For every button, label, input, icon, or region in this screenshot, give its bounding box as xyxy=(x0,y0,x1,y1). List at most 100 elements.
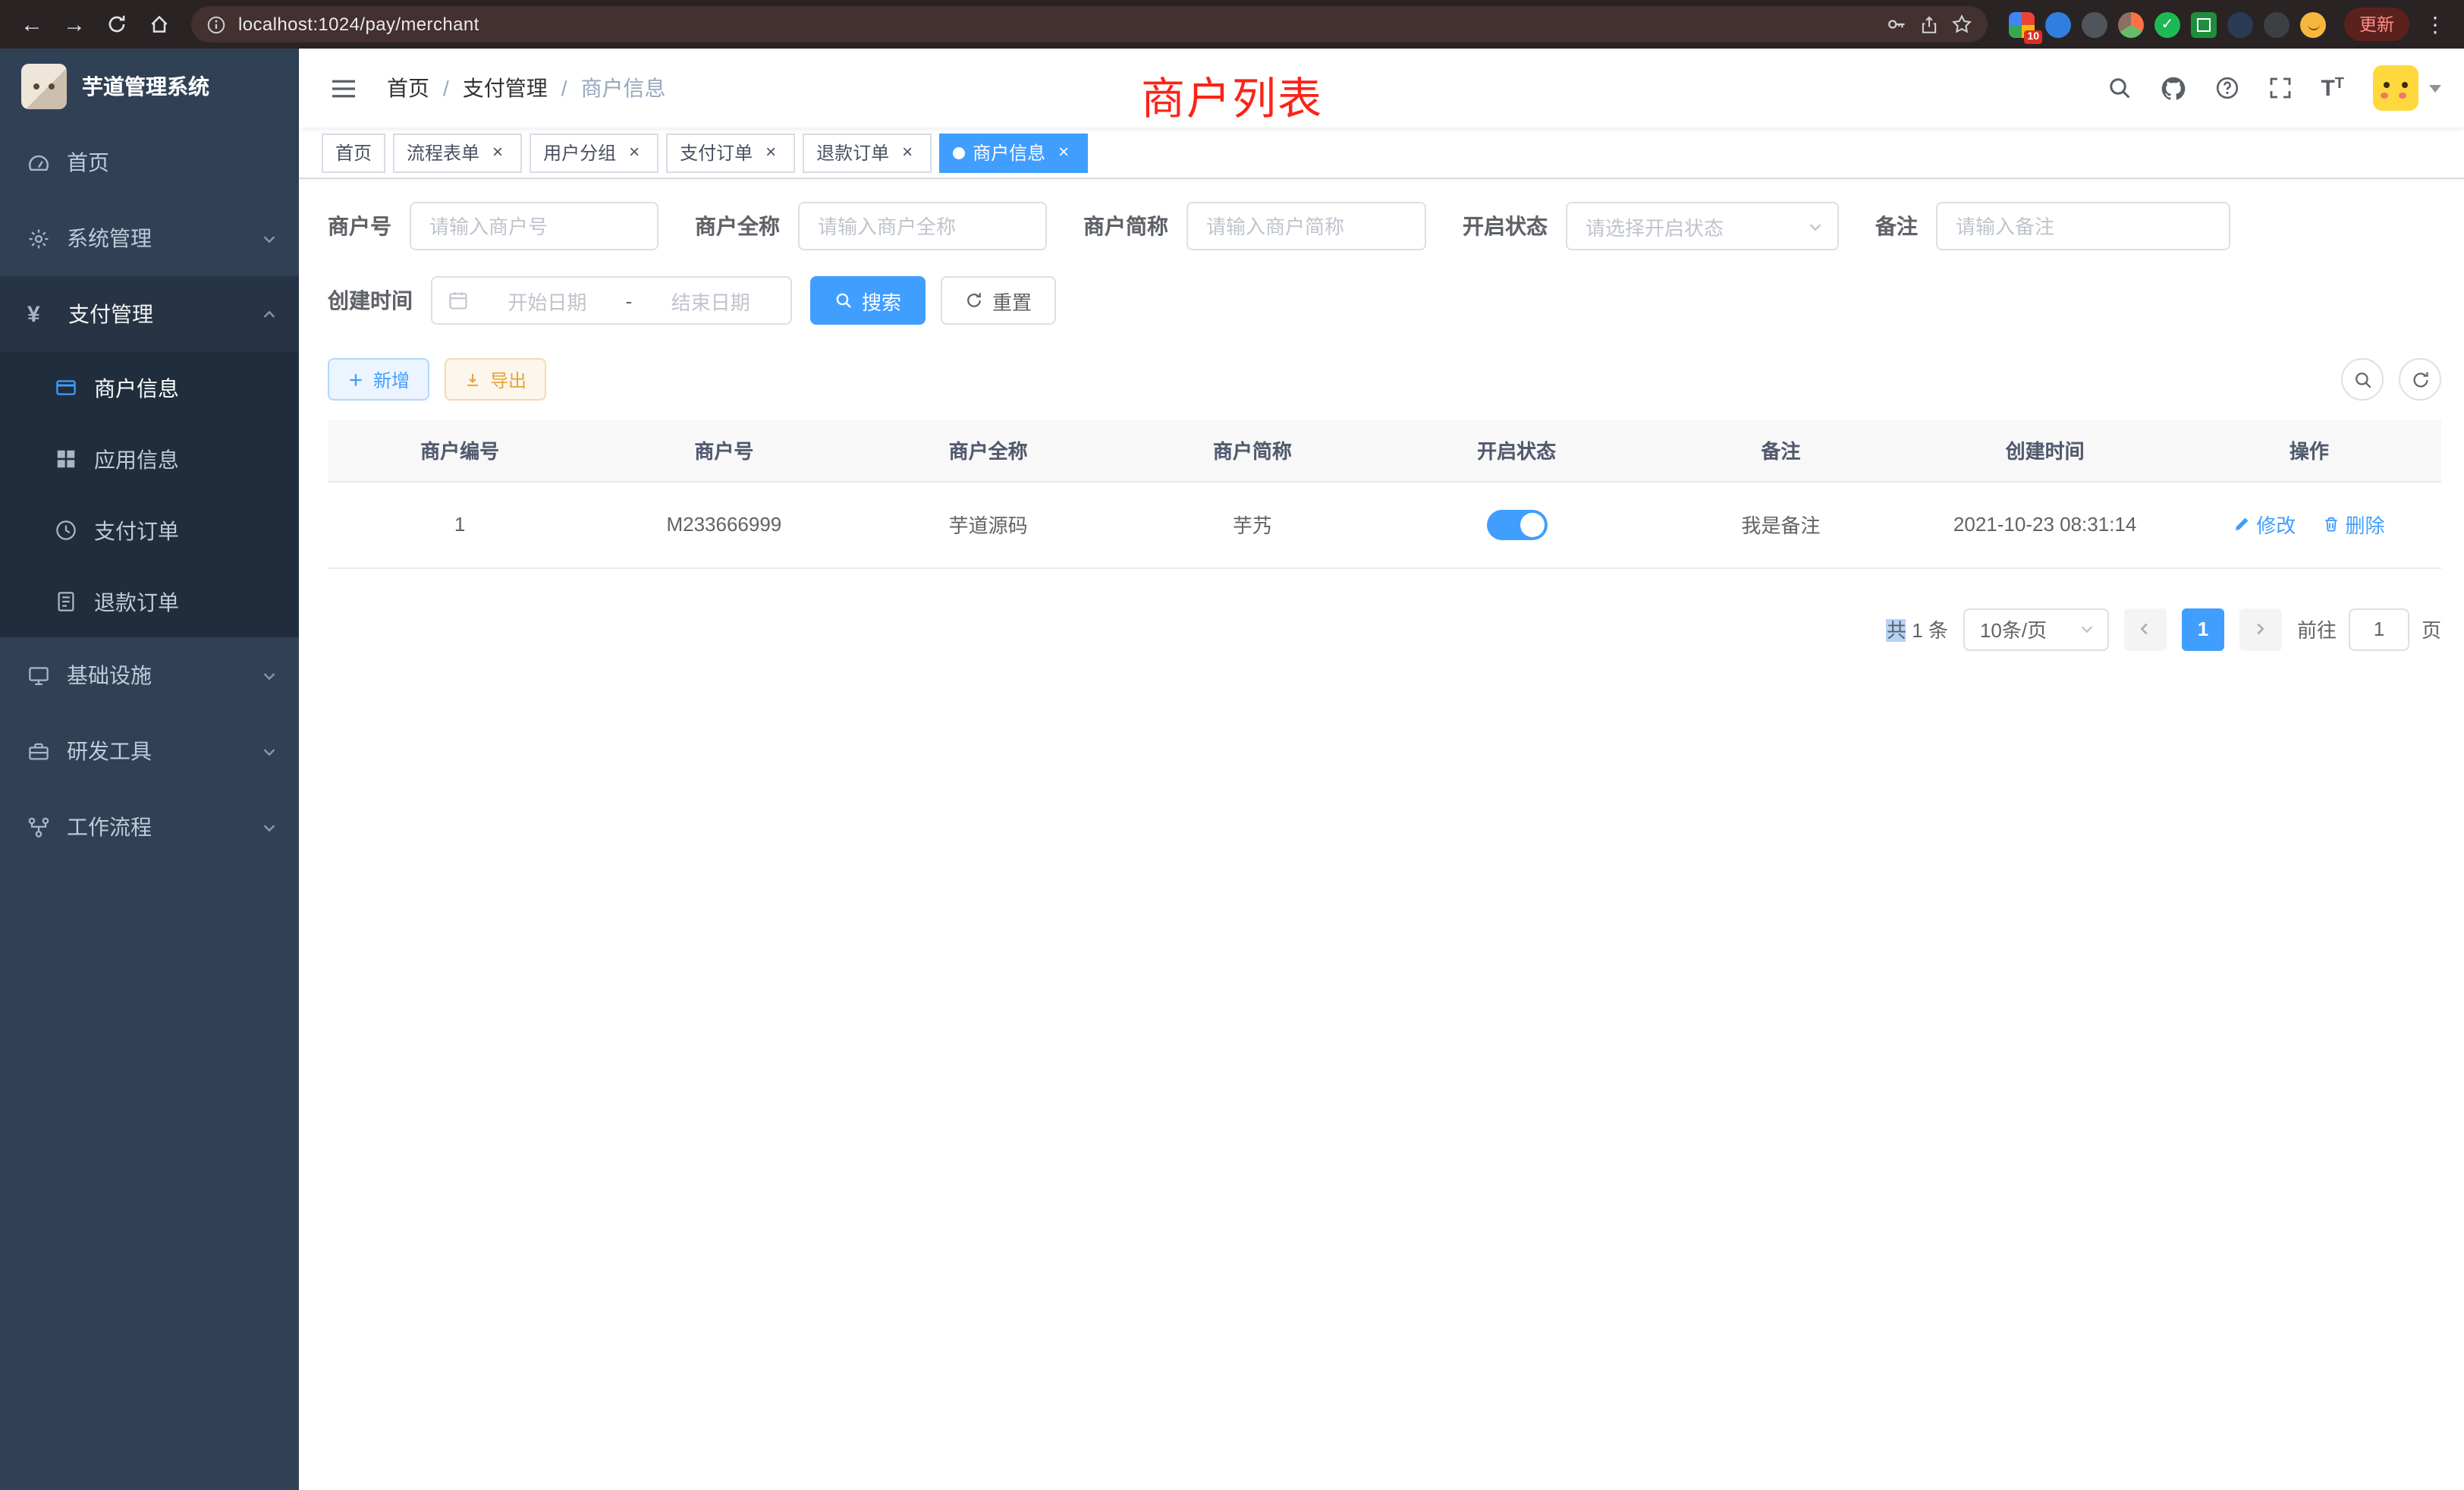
tab-user-group[interactable]: 用户分组 × xyxy=(530,133,658,172)
goto-page-input[interactable] xyxy=(2349,608,2409,650)
sidebar: 芋道管理系统 首页 系统管理 xyxy=(0,49,299,1490)
tab-pay-order[interactable]: 支付订单 × xyxy=(666,133,795,172)
extension-icon[interactable] xyxy=(2264,11,2290,37)
merchant-name-input[interactable] xyxy=(798,202,1047,250)
breadcrumb-separator: / xyxy=(561,76,567,100)
export-button[interactable]: 导出 xyxy=(445,358,546,401)
search-icon[interactable] xyxy=(2107,76,2131,100)
delete-link[interactable]: 删除 xyxy=(2323,510,2385,539)
table-header-row: 商户编号 商户号 商户全称 商户简称 开启状态 备注 创建时间 操作 xyxy=(328,420,2441,481)
merchant-no-input[interactable] xyxy=(410,202,658,250)
close-icon[interactable]: × xyxy=(487,142,508,163)
close-icon[interactable]: × xyxy=(897,142,918,163)
breadcrumb-home[interactable]: 首页 xyxy=(387,73,429,103)
close-icon[interactable]: × xyxy=(1053,142,1074,163)
breadcrumb: 首页 / 支付管理 / 商户信息 xyxy=(387,73,666,103)
close-icon[interactable]: × xyxy=(624,142,645,163)
sidebar-menu: 首页 系统管理 ¥ 支付管理 xyxy=(0,124,299,865)
end-date-placeholder: 结束日期 xyxy=(646,286,775,315)
status-label: 开启状态 xyxy=(1463,211,1548,241)
reset-button[interactable]: 重置 xyxy=(941,276,1056,325)
chevron-down-icon xyxy=(2079,621,2095,637)
extension-icon[interactable] xyxy=(2227,11,2253,37)
page-size-select[interactable]: 10条/页 xyxy=(1963,608,2109,650)
chevron-down-icon xyxy=(261,819,278,835)
sidebar-logo[interactable]: 芋道管理系统 xyxy=(0,49,299,124)
pay-submenu: 商户信息 应用信息 支付订单 xyxy=(0,352,299,637)
add-button[interactable]: 新增 xyxy=(328,358,429,401)
password-key-icon[interactable] xyxy=(1886,14,1907,35)
merchant-no-label: 商户号 xyxy=(328,211,391,241)
merchant-short-name-input[interactable] xyxy=(1186,202,1426,250)
extension-icon[interactable]: ✓ xyxy=(2154,11,2180,37)
extension-icon[interactable] xyxy=(2045,11,2071,37)
github-icon[interactable] xyxy=(2160,75,2186,101)
cell-create-time: 2021-10-23 08:31:14 xyxy=(1913,481,2177,567)
fullscreen-icon[interactable] xyxy=(2268,76,2292,100)
active-dot-icon xyxy=(953,146,965,159)
chevron-up-icon xyxy=(261,306,278,322)
user-menu[interactable] xyxy=(2373,65,2441,111)
total-count: 共 1 条 xyxy=(1887,615,1948,643)
tab-merchant-info[interactable]: 商户信息 × xyxy=(939,133,1088,172)
chrome-update-button[interactable]: 更新 xyxy=(2344,8,2409,41)
page-jumper: 前往 页 xyxy=(2297,608,2441,650)
extension-icon[interactable] xyxy=(2082,11,2107,37)
sidebar-item-workflow[interactable]: 工作流程 xyxy=(0,789,299,865)
hamburger-icon[interactable] xyxy=(322,77,366,99)
back-icon[interactable]: ← xyxy=(12,5,52,44)
close-icon[interactable]: × xyxy=(760,142,781,163)
gear-icon xyxy=(27,227,50,250)
search-button[interactable]: 搜索 xyxy=(810,276,926,325)
extension-icon[interactable] xyxy=(2191,11,2217,37)
remark-input[interactable] xyxy=(1936,202,2230,250)
tab-refund-order[interactable]: 退款订单 × xyxy=(803,133,932,172)
tab-home[interactable]: 首页 xyxy=(322,133,385,172)
reload-icon[interactable] xyxy=(97,5,137,44)
profile-avatar-icon[interactable] xyxy=(2300,11,2326,37)
cell-name: 芋道源码 xyxy=(856,481,1120,567)
sidebar-item-devtools[interactable]: 研发工具 xyxy=(0,713,299,789)
site-info-icon[interactable] xyxy=(206,14,226,34)
edit-link[interactable]: 修改 xyxy=(2233,510,2296,539)
sidebar-item-merchant-info[interactable]: 商户信息 xyxy=(0,352,299,423)
help-icon[interactable] xyxy=(2214,76,2239,100)
font-size-icon[interactable]: TT xyxy=(2321,77,2344,99)
extension-icon[interactable] xyxy=(2118,11,2144,37)
sidebar-item-label: 系统管理 xyxy=(67,223,244,253)
prev-page-icon[interactable] xyxy=(2124,608,2167,650)
cell-merchant-no: M233666999 xyxy=(592,481,856,567)
goto-suffix: 页 xyxy=(2422,615,2441,643)
tab-process-form[interactable]: 流程表单 × xyxy=(393,133,522,172)
share-icon[interactable] xyxy=(1919,14,1939,34)
breadcrumb-pay[interactable]: 支付管理 xyxy=(463,73,548,103)
address-bar[interactable]: localhost:1024/pay/merchant xyxy=(191,6,1988,42)
browser-chrome: ← → localhost:1024/pay/merchant 10 xyxy=(0,0,2464,49)
create-time-range-picker[interactable]: 开始日期 - 结束日期 xyxy=(431,276,792,325)
forward-icon[interactable]: → xyxy=(55,5,94,44)
extension-icon[interactable]: 10 xyxy=(2009,11,2035,37)
status-select-placeholder: 请选择开启状态 xyxy=(1586,212,1724,240)
sidebar-item-infra[interactable]: 基础设施 xyxy=(0,637,299,713)
bookmark-star-icon[interactable] xyxy=(1951,14,1972,35)
document-icon xyxy=(55,590,77,613)
home-icon[interactable] xyxy=(140,5,179,44)
tab-label: 首页 xyxy=(335,140,372,165)
toggle-search-icon[interactable] xyxy=(2341,358,2384,401)
page-number-1[interactable]: 1 xyxy=(2182,608,2224,650)
sidebar-item-pay-order[interactable]: 支付订单 xyxy=(0,495,299,566)
grid-icon xyxy=(55,448,77,470)
sidebar-item-app-info[interactable]: 应用信息 xyxy=(0,423,299,495)
sidebar-item-refund-order[interactable]: 退款订单 xyxy=(0,566,299,637)
status-toggle[interactable] xyxy=(1486,509,1547,539)
status-select[interactable]: 请选择开启状态 xyxy=(1566,202,1839,250)
sidebar-item-home[interactable]: 首页 xyxy=(0,124,299,200)
sidebar-item-system[interactable]: 系统管理 xyxy=(0,200,299,276)
browser-menu-icon[interactable]: ⋮ xyxy=(2418,11,2452,37)
filter-row-1: 商户号 商户全称 商户简称 开启状态 请选择开启状态 xyxy=(328,202,2441,250)
next-page-icon[interactable] xyxy=(2239,608,2282,650)
logo-avatar xyxy=(21,64,67,109)
sidebar-item-pay[interactable]: ¥ 支付管理 xyxy=(0,276,299,352)
sidebar-item-label: 研发工具 xyxy=(67,736,244,766)
refresh-icon[interactable] xyxy=(2399,358,2441,401)
